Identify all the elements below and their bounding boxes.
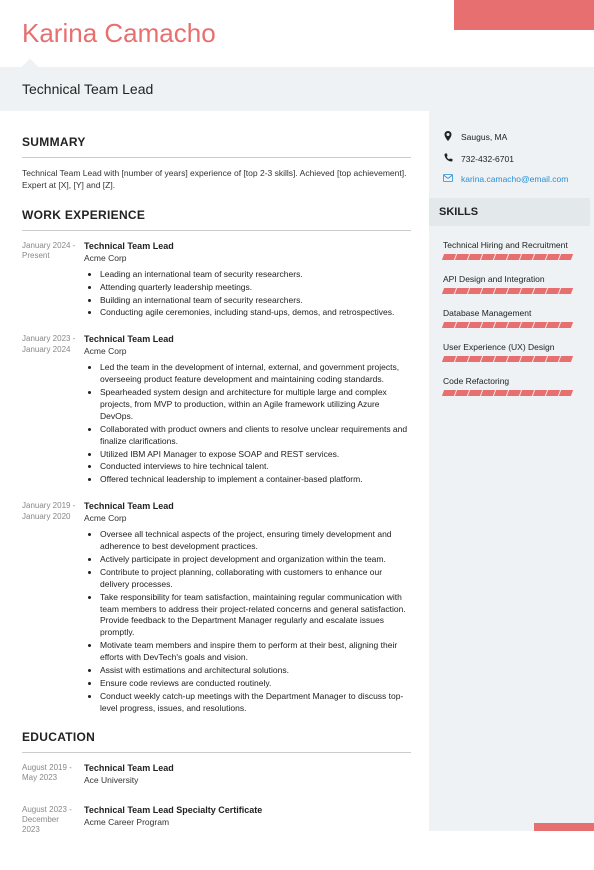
summary-text: Technical Team Lead with [number of year…	[22, 168, 411, 192]
job-body: Technical Team Lead Acme Corp Led the team…	[84, 334, 411, 487]
phone-icon	[443, 153, 453, 164]
location-text: Saugus, MA	[461, 132, 507, 142]
sidebar-accent	[534, 823, 594, 831]
skills-heading: SKILLS	[429, 198, 590, 226]
job-company: Acme Corp	[84, 346, 411, 356]
job-bullet: Led the team in the development of inter…	[100, 362, 411, 386]
job-bullet: Offered technical leadership to implemen…	[100, 474, 411, 486]
job-entry: January 2024 - PresentTechnical Team Lea…	[22, 241, 411, 321]
skill-name: Code Refactoring	[443, 376, 576, 386]
job-bullet: Building an international team of securi…	[100, 295, 411, 307]
job-body: Technical Team Lead Acme Corp Leading an i…	[84, 241, 411, 321]
job-bullet: Actively participate in project developm…	[100, 554, 411, 566]
job-bullet: Assist with estimations and architectura…	[100, 665, 411, 677]
summary-heading: SUMMARY	[22, 135, 411, 149]
skill-bar	[443, 288, 576, 294]
job-company: Acme Corp	[84, 253, 411, 263]
skill-bar	[443, 322, 576, 328]
skill-item: Database Management	[443, 308, 576, 328]
skill-bar	[443, 390, 576, 396]
job-bullet: Leading an international team of securit…	[100, 269, 411, 281]
skill-item: API Design and Integration	[443, 274, 576, 294]
work-heading: WORK EXPERIENCE	[22, 208, 411, 222]
education-entry: August 2023 - December 2023Technical Tea…	[22, 805, 411, 836]
job-bullets: Oversee all technical aspects of the pro…	[84, 529, 411, 714]
job-bullet: Motivate team members and inspire them t…	[100, 640, 411, 664]
job-title: Technical Team Lead	[84, 334, 411, 344]
skill-segment	[559, 390, 573, 396]
education-dates: August 2019 - May 2023	[22, 763, 84, 791]
job-dates: January 2023 - January 2024	[22, 334, 84, 487]
skill-item: User Experience (UX) Design	[443, 342, 576, 362]
skill-segment	[559, 288, 573, 294]
skill-segment	[559, 254, 573, 260]
job-bullet: Oversee all technical aspects of the pro…	[100, 529, 411, 553]
email-text[interactable]: karina.camacho@email.com	[461, 174, 568, 184]
education-school: Ace University	[84, 775, 411, 785]
contact-email: karina.camacho@email.com	[443, 174, 576, 184]
divider	[22, 752, 411, 753]
job-title: Technical Team Lead	[84, 241, 411, 251]
job-bullet: Spearheaded system design and architectu…	[100, 387, 411, 423]
job-bullet: Collaborated with product owners and cli…	[100, 424, 411, 448]
job-bullet: Conducting agile ceremonies, including s…	[100, 307, 411, 319]
divider	[22, 230, 411, 231]
skill-name: API Design and Integration	[443, 274, 576, 284]
job-entry: January 2023 - January 2024Technical Tea…	[22, 334, 411, 487]
job-body: Technical Team Lead Acme Corp Oversee all …	[84, 501, 411, 715]
education-body: Technical Team Lead Specialty Certificat…	[84, 805, 411, 836]
skill-item: Code Refactoring	[443, 376, 576, 396]
skill-bar	[443, 356, 576, 362]
job-bullet: Attending quarterly leadership meetings.	[100, 282, 411, 294]
header-accent-block	[454, 0, 594, 30]
job-title-heading: Technical Team Lead	[22, 81, 572, 97]
education-dates: August 2023 - December 2023	[22, 805, 84, 836]
skill-name: Database Management	[443, 308, 576, 318]
job-dates: January 2024 - Present	[22, 241, 84, 321]
skill-name: Technical Hiring and Recruitment	[443, 240, 576, 250]
job-bullet: Take responsibility for team satisfactio…	[100, 592, 411, 640]
job-bullets: Leading an international team of securit…	[84, 269, 411, 320]
skill-name: User Experience (UX) Design	[443, 342, 576, 352]
contact-phone: 732-432-6701	[443, 153, 576, 164]
skill-bar	[443, 254, 576, 260]
job-bullet: Contribute to project planning, collabor…	[100, 567, 411, 591]
job-bullet: Ensure code reviews are conducted routin…	[100, 678, 411, 690]
email-icon	[443, 174, 453, 184]
divider	[22, 157, 411, 158]
contact-location: Saugus, MA	[443, 131, 576, 143]
sidebar: Saugus, MA 732-432-6701 karina.camacho@e…	[429, 111, 594, 831]
title-bar: Technical Team Lead	[0, 67, 594, 111]
location-pin-icon	[443, 131, 453, 143]
job-bullet: Conducted interviews to hire technical t…	[100, 461, 411, 473]
job-dates: January 2019 - January 2020	[22, 501, 84, 715]
job-bullet: Conduct weekly catch-up meetings with th…	[100, 691, 411, 715]
job-company: Acme Corp	[84, 513, 411, 523]
skill-segment	[559, 356, 573, 362]
job-title: Technical Team Lead	[84, 501, 411, 511]
education-title: Technical Team Lead Specialty Certificat…	[84, 805, 411, 815]
skill-item: Technical Hiring and Recruitment	[443, 240, 576, 260]
job-bullet: Utilized IBM API Manager to expose SOAP …	[100, 449, 411, 461]
education-heading: EDUCATION	[22, 730, 411, 744]
job-bullets: Led the team in the development of inter…	[84, 362, 411, 486]
education-title: Technical Team Lead	[84, 763, 411, 773]
skill-segment	[559, 322, 573, 328]
education-entry: August 2019 - May 2023Technical Team Lea…	[22, 763, 411, 791]
main-column: SUMMARY Technical Team Lead with [number…	[0, 111, 429, 870]
education-body: Technical Team Lead Ace University	[84, 763, 411, 791]
job-entry: January 2019 - January 2020Technical Tea…	[22, 501, 411, 715]
phone-text: 732-432-6701	[461, 154, 514, 164]
education-school: Acme Career Program	[84, 817, 411, 827]
